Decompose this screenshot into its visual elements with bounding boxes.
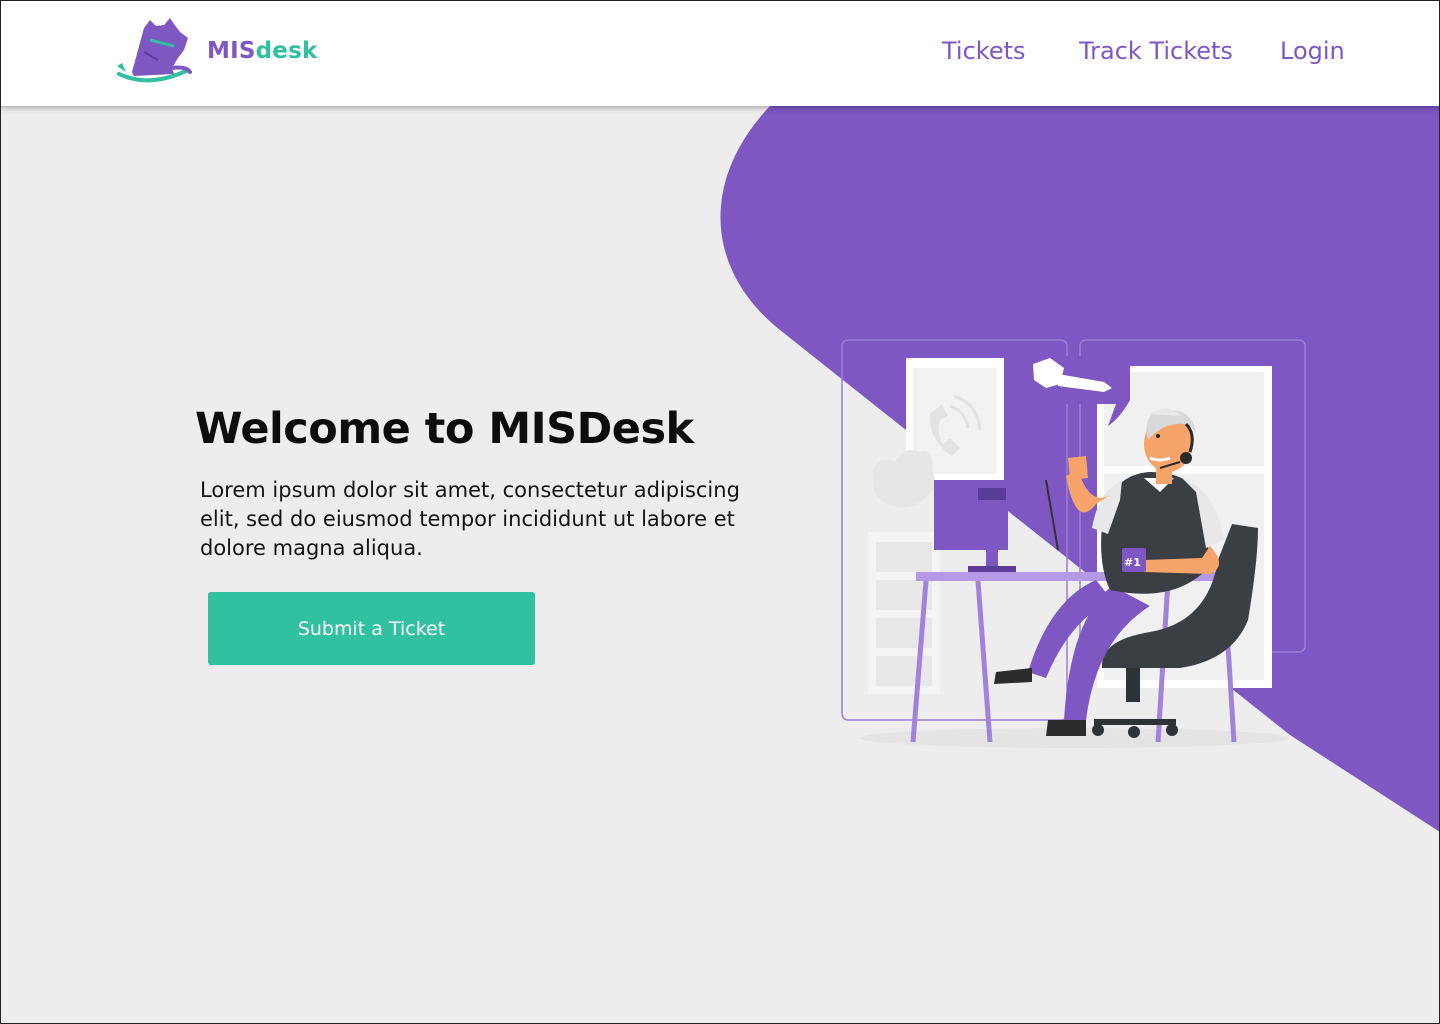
brand-name-part2: desk <box>255 38 318 64</box>
nav-link-tickets[interactable]: Tickets <box>942 37 1026 65</box>
submit-ticket-button[interactable]: Submit a Ticket <box>208 592 535 665</box>
hero-description: Lorem ipsum dolor sit amet, consectetur … <box>200 478 740 560</box>
cat-logo-icon[interactable] <box>114 16 194 84</box>
mug-label: #1 <box>1124 556 1141 569</box>
top-navigation-bar: MISdesk Tickets Track Tickets Login <box>0 0 1440 106</box>
brand-name-part1: MIS <box>207 38 256 64</box>
brand-name[interactable]: MISdesk <box>207 38 317 64</box>
nav-link-login[interactable]: Login <box>1280 37 1345 65</box>
nav-link-track-tickets[interactable]: Track Tickets <box>1079 37 1233 65</box>
customer-support-illustration: #1 <box>841 339 1306 748</box>
hero-title: Welcome to MISDesk <box>195 404 694 454</box>
